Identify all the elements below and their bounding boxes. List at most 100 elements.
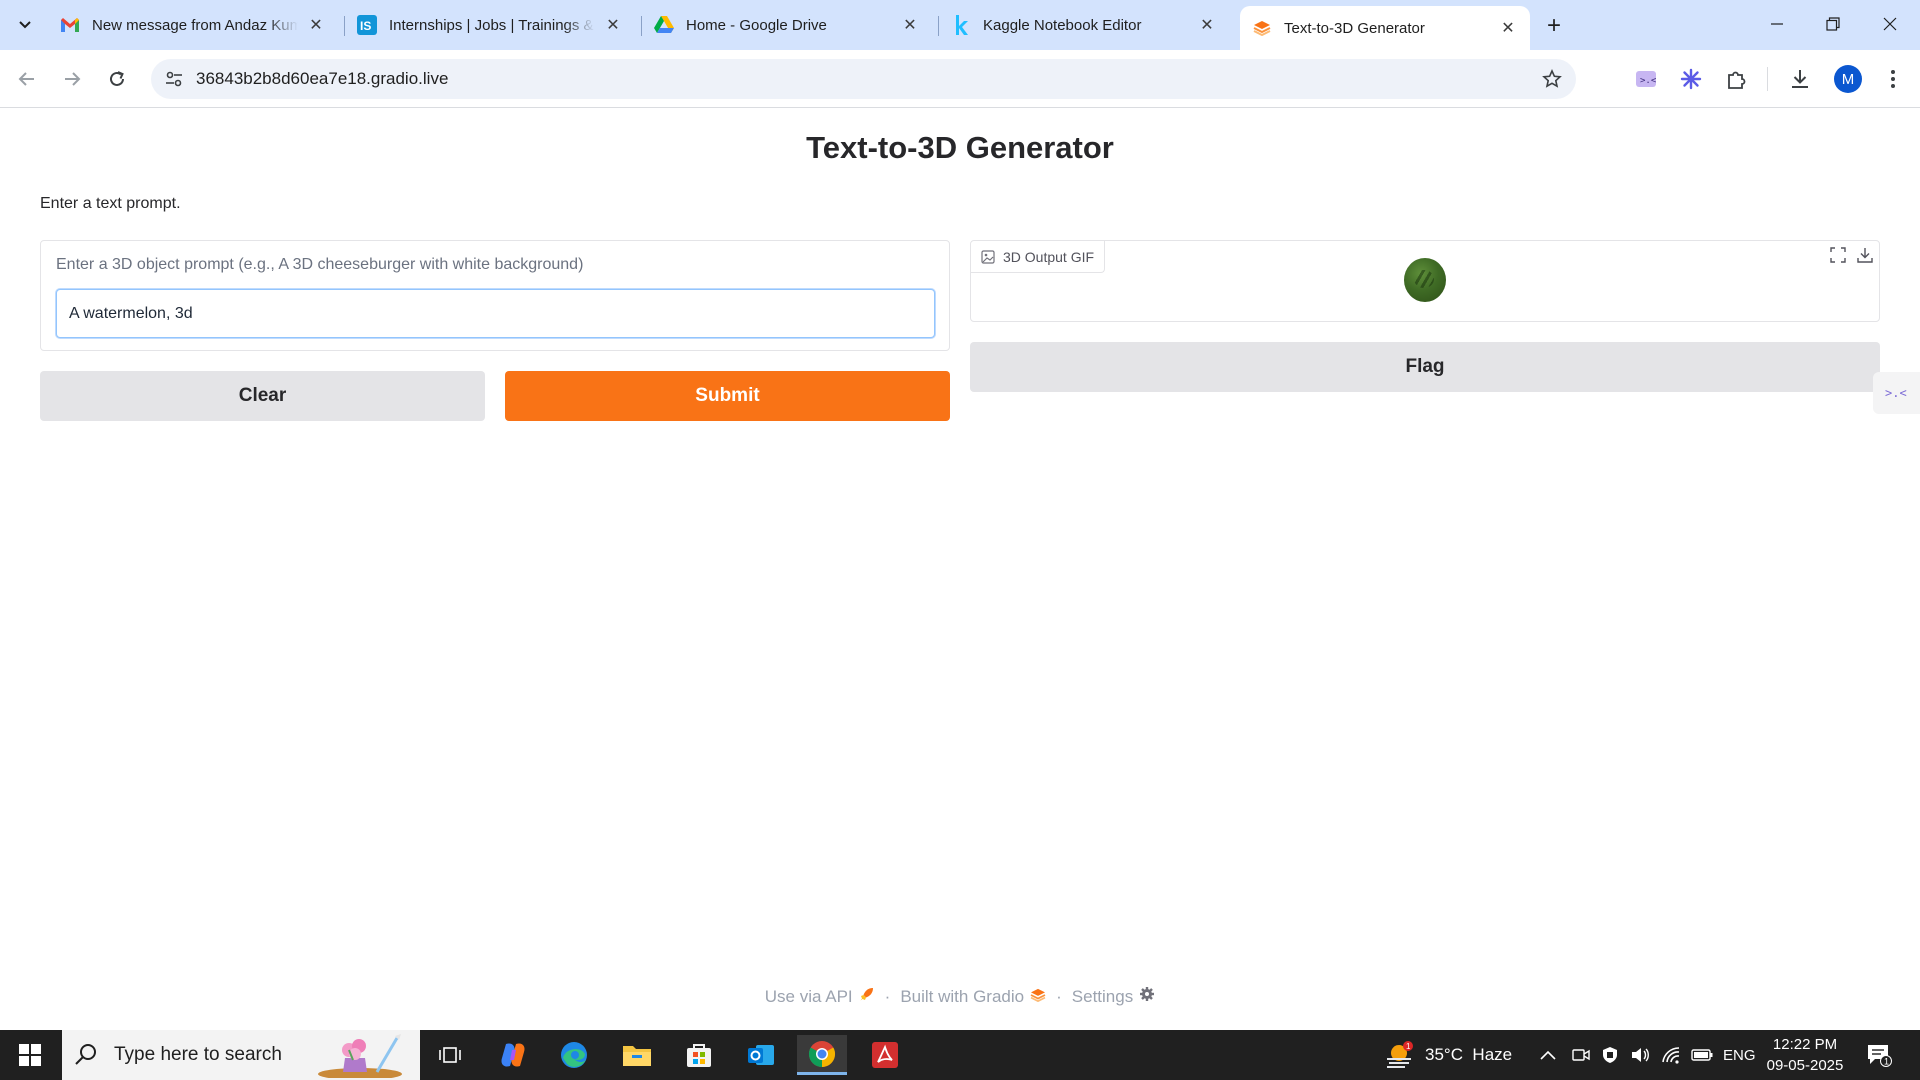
profile-avatar[interactable]: M <box>1834 65 1862 93</box>
extension-icon[interactable]: >.< <box>1633 66 1659 92</box>
google-drive-icon <box>654 15 674 35</box>
download-icon[interactable] <box>1787 66 1813 92</box>
footer-separator: · <box>884 986 891 1006</box>
copilot-icon[interactable] <box>488 1035 538 1075</box>
flag-button[interactable]: Flag <box>970 342 1880 392</box>
gradio-icon <box>1252 18 1272 38</box>
image-icon <box>981 249 995 264</box>
close-window-button[interactable] <box>1862 0 1918 48</box>
site-info-icon[interactable] <box>163 68 185 90</box>
svg-text:>.<: >.< <box>1640 76 1657 86</box>
restore-icon <box>1826 17 1840 31</box>
weather-text: 35°C Haze <box>1425 1045 1513 1064</box>
gear-icon <box>1139 986 1155 1002</box>
edge-browser-icon[interactable] <box>549 1035 599 1075</box>
acrobat-reader-icon[interactable] <box>860 1035 910 1075</box>
address-bar[interactable]: 36843b2b8d60ea7e18.gradio.live <box>151 59 1576 99</box>
gmail-icon <box>60 15 80 35</box>
back-button[interactable] <box>12 64 42 94</box>
footer-separator: · <box>1056 986 1062 1006</box>
new-tab-button[interactable]: + <box>1540 12 1568 40</box>
chrome-icon[interactable] <box>797 1035 847 1075</box>
tab-google-drive[interactable]: Home - Google Drive ✕ <box>642 8 932 42</box>
more-menu-icon[interactable] <box>1880 66 1906 92</box>
windows-taskbar: Type here to search 1 35°C Haze ENG 12:2… <box>0 1030 1920 1080</box>
prompt-input-block: Enter a 3D object prompt (e.g., A 3D che… <box>40 240 950 351</box>
browser-tab-strip: New message from Andaz Kumar ✕ IS Intern… <box>0 0 1920 50</box>
output-label-text: 3D Output GIF <box>1003 248 1095 265</box>
reload-icon <box>110 71 124 86</box>
tab-title: Kaggle Notebook Editor <box>983 16 1142 34</box>
notification-center[interactable]: 1 <box>1866 1030 1892 1080</box>
show-hidden-icons[interactable] <box>1540 1030 1556 1080</box>
notification-count: 1 <box>1884 1057 1889 1067</box>
extensions-puzzle-icon[interactable] <box>1723 66 1749 92</box>
kaggle-icon <box>951 15 971 35</box>
search-icon <box>74 1042 100 1068</box>
side-extension-tab[interactable]: >.< <box>1873 372 1920 414</box>
tab-title: Internships | Jobs | Trainings & Online … <box>389 16 595 34</box>
taskbar-search-box[interactable]: Type here to search <box>62 1030 420 1080</box>
extension-face-icon: >.< <box>1885 386 1907 400</box>
toolbar-divider <box>1767 67 1768 91</box>
submit-button[interactable]: Submit <box>505 371 950 421</box>
close-icon[interactable]: ✕ <box>306 15 326 35</box>
gradio-logo-icon <box>1030 988 1046 1002</box>
minimize-button[interactable] <box>1749 0 1805 48</box>
tab-gmail[interactable]: New message from Andaz Kumar ✕ <box>48 8 338 42</box>
fullscreen-icon[interactable] <box>1826 243 1850 267</box>
task-view-icon[interactable] <box>425 1035 475 1075</box>
tab-search-button[interactable] <box>10 10 40 40</box>
output-gif-image <box>1404 258 1446 302</box>
reload-button[interactable] <box>102 64 132 94</box>
ai-extension-icon[interactable] <box>1678 66 1704 92</box>
system-clock[interactable]: 12:22 PM 09-05-2025 <box>1755 1034 1855 1076</box>
output-gif-block: 3D Output GIF <box>970 240 1880 322</box>
close-icon[interactable]: ✕ <box>900 15 920 35</box>
svg-text:>.<: >.< <box>1885 386 1907 400</box>
volume-icon[interactable] <box>1630 1030 1650 1080</box>
close-icon[interactable]: ✕ <box>1197 15 1217 35</box>
chevron-down-icon <box>19 21 31 29</box>
language-indicator[interactable]: ENG <box>1723 1030 1756 1080</box>
bookmark-star-icon[interactable] <box>1540 67 1564 91</box>
tab-text-to-3d[interactable]: Text-to-3D Generator ✕ <box>1240 6 1530 50</box>
weather-alert-badge: 1 <box>1406 1042 1411 1051</box>
restore-button[interactable] <box>1805 0 1861 48</box>
gradio-footer: Use via API · Built with Gradio · Settin… <box>0 986 1920 1007</box>
file-explorer-icon[interactable] <box>612 1035 662 1075</box>
battery-icon[interactable] <box>1691 1030 1713 1080</box>
prompt-input[interactable] <box>56 289 935 338</box>
svg-text:IS: IS <box>360 19 371 33</box>
windows-logo-icon <box>19 1044 41 1066</box>
settings-link[interactable]: Settings <box>1072 986 1155 1007</box>
page-title: Text-to-3D Generator <box>806 130 1114 165</box>
plus-icon: + <box>1546 12 1561 39</box>
security-shield-icon[interactable] <box>1601 1030 1619 1080</box>
built-with-gradio-link[interactable]: Built with Gradio <box>900 987 1046 1007</box>
meet-now-icon[interactable] <box>1572 1030 1590 1080</box>
microsoft-store-icon[interactable] <box>674 1035 724 1075</box>
tab-title: New message from Andaz Kumar <box>92 16 298 34</box>
search-highlight-illustration <box>318 1034 402 1078</box>
outlook-icon[interactable] <box>736 1035 786 1075</box>
url-text: 36843b2b8d60ea7e18.gradio.live <box>196 69 449 88</box>
arrow-right-icon <box>65 72 81 86</box>
arrow-left-icon <box>18 72 34 86</box>
tab-kaggle[interactable]: Kaggle Notebook Editor ✕ <box>939 8 1229 42</box>
search-placeholder: Type here to search <box>114 1044 282 1065</box>
close-icon[interactable]: ✕ <box>603 15 623 35</box>
forward-button[interactable] <box>57 64 87 94</box>
start-button[interactable] <box>0 1030 60 1080</box>
use-via-api-link[interactable]: Use via API <box>765 986 875 1007</box>
clear-button[interactable]: Clear <box>40 371 485 421</box>
notification-icon: 1 <box>1868 1045 1892 1067</box>
minimize-icon <box>1771 23 1783 25</box>
download-icon[interactable] <box>1853 243 1877 267</box>
rocket-icon <box>859 986 875 1002</box>
wifi-icon[interactable] <box>1661 1030 1681 1080</box>
weather-widget[interactable]: 1 35°C Haze <box>1385 1030 1512 1080</box>
close-icon[interactable]: ✕ <box>1498 18 1518 38</box>
tab-internshala[interactable]: IS Internships | Jobs | Trainings & Onli… <box>345 8 635 42</box>
tab-title: Text-to-3D Generator <box>1284 19 1425 37</box>
